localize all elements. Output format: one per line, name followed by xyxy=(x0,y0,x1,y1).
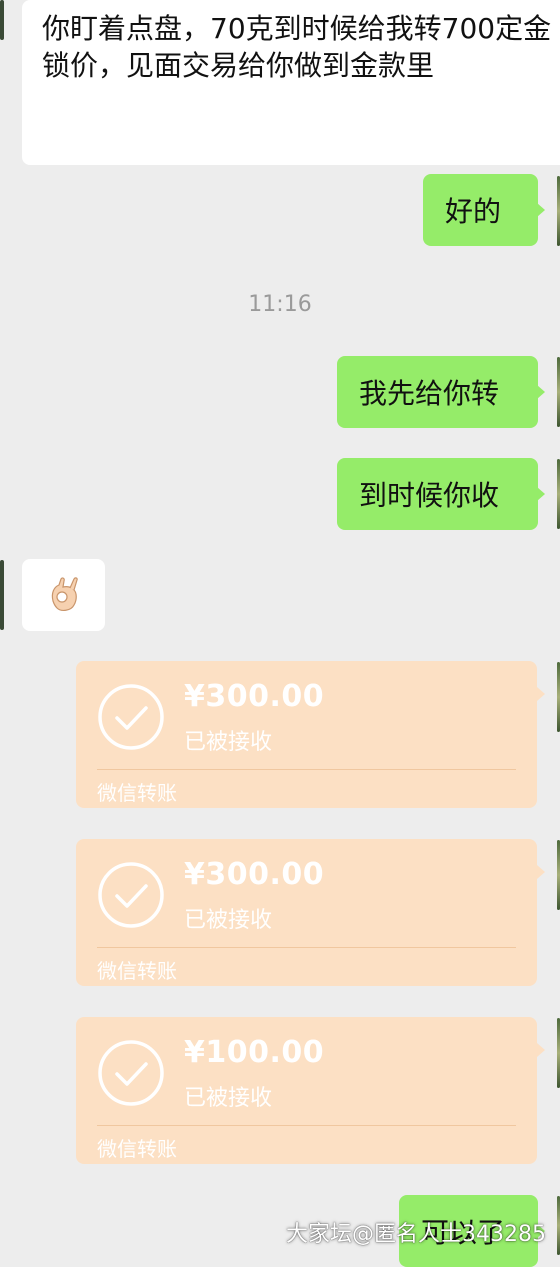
divider xyxy=(97,947,516,948)
message-text: 我先给你转 xyxy=(359,377,500,410)
ok-hand-emoji-icon xyxy=(51,577,78,611)
watermark: 大家坛@匿名人士343285 xyxy=(286,1222,546,1247)
contact-avatar-edge[interactable] xyxy=(0,0,4,40)
transfer-status: 已被接收 xyxy=(184,908,273,933)
transfer-amount: ¥300.00 xyxy=(184,679,325,714)
transfer-card[interactable]: ¥100.00 已被接收 微信转账 xyxy=(76,1017,545,1164)
outgoing-message[interactable]: 好的 xyxy=(423,174,545,246)
transfer-status: 已被接收 xyxy=(184,730,273,755)
incoming-emoji-message[interactable] xyxy=(22,559,105,631)
contact-avatar-edge[interactable] xyxy=(0,560,4,630)
chat-timestamp: 11:16 xyxy=(248,292,312,317)
check-circle-icon xyxy=(98,862,164,928)
transfer-label: 微信转账 xyxy=(97,1137,177,1161)
transfer-amount: ¥100.00 xyxy=(184,1035,325,1070)
transfer-label: 微信转账 xyxy=(97,959,177,983)
transfer-label: 微信转账 xyxy=(97,781,177,805)
message-text: 好的 xyxy=(445,195,502,228)
check-circle-icon xyxy=(98,684,164,750)
outgoing-message[interactable]: 我先给你转 xyxy=(337,356,545,428)
transfer-amount: ¥300.00 xyxy=(184,857,325,892)
transfer-card[interactable]: ¥300.00 已被接收 微信转账 xyxy=(76,839,545,986)
divider xyxy=(97,769,516,770)
transfer-status: 已被接收 xyxy=(184,1086,273,1111)
check-circle-icon xyxy=(98,1040,164,1106)
message-text: 到时候你收 xyxy=(359,479,500,512)
divider xyxy=(97,1125,516,1126)
incoming-message[interactable]: 你盯着点盘，70克到时候给我转700定金锁价，见面交易给你做到金款里 xyxy=(22,0,560,165)
transfer-card[interactable]: ¥300.00 已被接收 微信转账 xyxy=(76,661,545,808)
message-text: 你盯着点盘，70克到时候给我转700定金锁价，见面交易给你做到金款里 xyxy=(42,12,552,82)
outgoing-message[interactable]: 到时候你收 xyxy=(337,458,545,530)
